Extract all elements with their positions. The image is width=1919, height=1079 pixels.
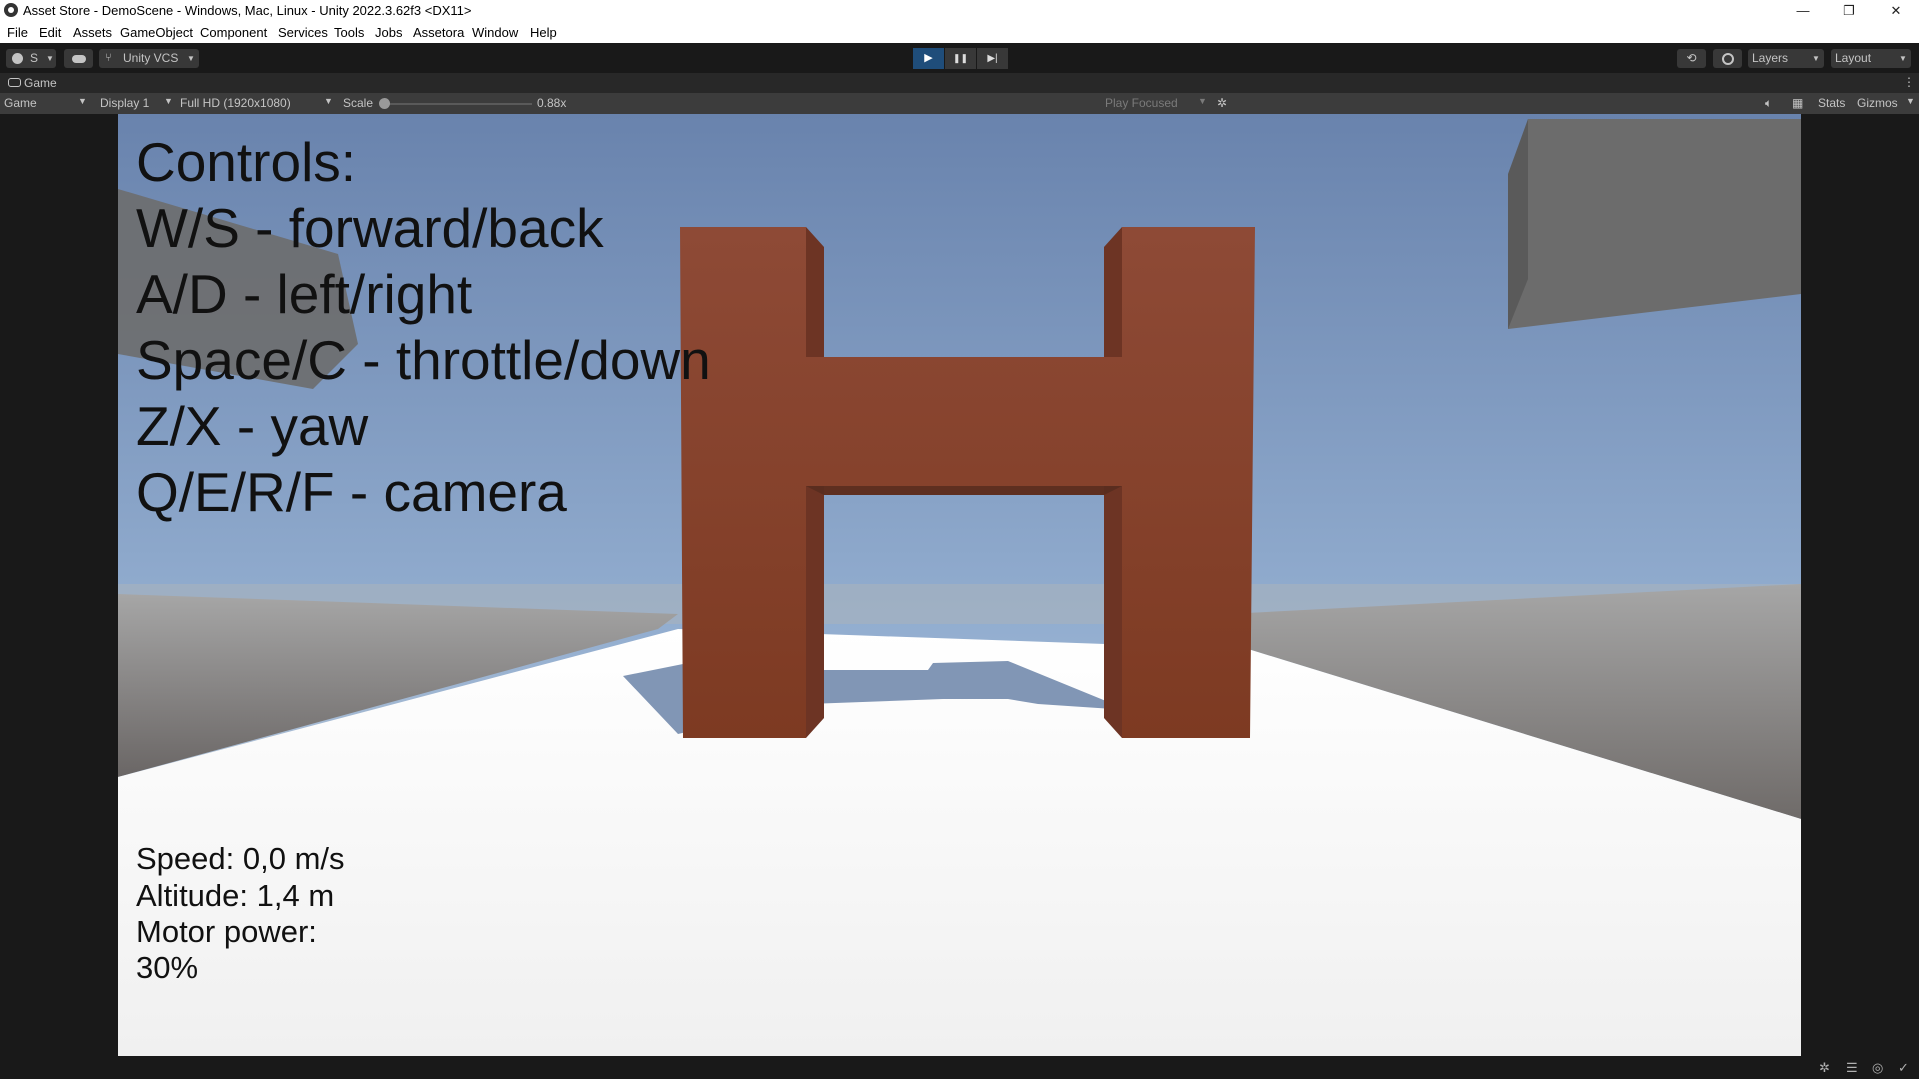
menu-window[interactable]: Window xyxy=(472,25,518,40)
check-icon[interactable]: ✓ xyxy=(1898,1060,1909,1076)
menu-component[interactable]: Component xyxy=(200,25,267,40)
control-line-forward-back: W/S - forward/back xyxy=(136,197,604,259)
menu-file[interactable]: File xyxy=(7,25,28,40)
floating-block-right xyxy=(1508,119,1801,329)
motor-power-label: Motor power: xyxy=(136,914,317,949)
unity-vcs-label: Unity VCS xyxy=(123,51,179,65)
chevron-down-icon: ▼ xyxy=(1198,96,1207,106)
chevron-down-icon: ▼ xyxy=(164,96,173,106)
close-button[interactable]: ✕ xyxy=(1873,0,1919,21)
tab-game-label: Game xyxy=(24,76,57,90)
account-label: S xyxy=(30,51,39,65)
layout-label: Layout xyxy=(1835,51,1872,65)
bug-icon[interactable]: ✲ xyxy=(1217,96,1227,110)
control-line-throttle: Space/C - throttle/down xyxy=(136,329,711,391)
step-button[interactable]: ▶| xyxy=(977,48,1008,69)
layout-dropdown[interactable]: Layout ▼ xyxy=(1831,49,1911,68)
gate-inner-rim xyxy=(824,486,1104,495)
window-title-bar: Asset Store - DemoScene - Windows, Mac, … xyxy=(0,0,1919,21)
window-title: Asset Store - DemoScene - Windows, Mac, … xyxy=(23,3,472,18)
gamepad-icon xyxy=(8,78,21,87)
scale-slider-thumb[interactable] xyxy=(379,98,390,109)
menu-help[interactable]: Help xyxy=(530,25,557,40)
chevron-down-icon: ▼ xyxy=(1899,54,1907,63)
game-view: Controls: W/S - forward/back A/D - left/… xyxy=(0,114,1919,1056)
control-line-left-right: A/D - left/right xyxy=(136,263,473,325)
game-tab-row: Game ⋮ xyxy=(0,73,1919,93)
play-mode-select[interactable]: Play Focused xyxy=(1105,96,1178,110)
search-icon xyxy=(1721,53,1734,65)
resolution-select[interactable]: Full HD (1920x1080) xyxy=(180,96,291,110)
menu-assetora[interactable]: Assetora xyxy=(413,25,464,40)
speed-readout: Speed: 0,0 m/s xyxy=(136,841,345,876)
audio-mute-icon[interactable]: 🔈︎ xyxy=(1765,96,1772,111)
play-icon: ▶ xyxy=(924,52,933,64)
step-icon: ▶| xyxy=(987,53,998,64)
game-view-toolbar: Game ▼ Display 1 ▼ Full HD (1920x1080) ▼… xyxy=(0,93,1919,115)
motor-power-value: 30% xyxy=(136,950,199,985)
search-button[interactable] xyxy=(1713,49,1742,68)
unity-vcs-dropdown[interactable]: ⑂ Unity VCS ▼ xyxy=(99,49,199,68)
control-line-yaw: Z/X - yaw xyxy=(136,395,369,457)
chevron-down-icon: ▼ xyxy=(46,54,54,63)
menu-jobs[interactable]: Jobs xyxy=(375,25,402,40)
menu-gameobject[interactable]: GameObject xyxy=(120,25,193,40)
menu-tools[interactable]: Tools xyxy=(334,25,364,40)
account-dropdown[interactable]: S ▼ xyxy=(6,49,56,68)
pause-icon: ❚❚ xyxy=(952,53,969,63)
cache-server-icon[interactable]: ☰ xyxy=(1846,1060,1858,1076)
chevron-down-icon: ▼ xyxy=(78,96,87,106)
minimize-button[interactable]: — xyxy=(1780,0,1826,21)
chevron-down-icon: ▼ xyxy=(324,96,333,106)
account-icon xyxy=(12,53,23,64)
control-line-camera: Q/E/R/F - camera xyxy=(136,461,567,523)
layers-dropdown[interactable]: Layers ▼ xyxy=(1748,49,1824,68)
debug-icon[interactable]: ✲ xyxy=(1819,1060,1830,1076)
history-button[interactable]: ⟲ xyxy=(1677,49,1706,68)
auto-generate-lighting-icon[interactable]: ◎ xyxy=(1872,1060,1883,1076)
grid-icon[interactable]: ▦ xyxy=(1792,96,1803,110)
more-options-icon[interactable]: ⋮ xyxy=(1903,75,1915,89)
branch-icon: ⑂ xyxy=(105,52,112,64)
maximize-button[interactable]: ❐ xyxy=(1826,0,1872,21)
altitude-readout: Altitude: 1,4 m xyxy=(136,878,335,913)
unity-logo-icon xyxy=(4,3,18,17)
tab-game[interactable]: Game xyxy=(8,76,57,90)
pause-button[interactable]: ❚❚ xyxy=(945,48,976,69)
chevron-down-icon: ▼ xyxy=(1906,96,1915,106)
main-toolbar: S ▼ ⑂ Unity VCS ▼ ▶ ❚❚ ▶| ⟲ Layers ▼ Lay… xyxy=(0,43,1919,73)
game-viewport[interactable]: Controls: W/S - forward/back A/D - left/… xyxy=(118,114,1801,1056)
view-select[interactable]: Game xyxy=(4,96,37,110)
chevron-down-icon: ▼ xyxy=(1812,54,1820,63)
gizmos-button[interactable]: Gizmos xyxy=(1857,96,1898,110)
menu-assets[interactable]: Assets xyxy=(73,25,112,40)
chevron-down-icon: ▼ xyxy=(187,54,195,63)
play-button[interactable]: ▶ xyxy=(913,48,944,69)
status-bar: ✲ ☰ ◎ ✓ xyxy=(0,1056,1919,1079)
display-select[interactable]: Display 1 xyxy=(100,96,149,110)
menu-services[interactable]: Services xyxy=(278,25,328,40)
scale-slider[interactable] xyxy=(379,98,532,109)
menu-bar: File Edit Assets GameObject Component Se… xyxy=(0,21,1919,43)
scale-label: Scale xyxy=(343,96,374,110)
stats-button[interactable]: Stats xyxy=(1818,96,1845,110)
layers-label: Layers xyxy=(1752,51,1789,65)
menu-edit[interactable]: Edit xyxy=(39,25,61,40)
cloud-icon xyxy=(72,55,86,63)
cloud-button[interactable] xyxy=(64,49,93,68)
controls-title: Controls: xyxy=(136,131,357,193)
history-icon: ⟲ xyxy=(1686,51,1697,65)
scale-value: 0.88x xyxy=(537,96,567,110)
